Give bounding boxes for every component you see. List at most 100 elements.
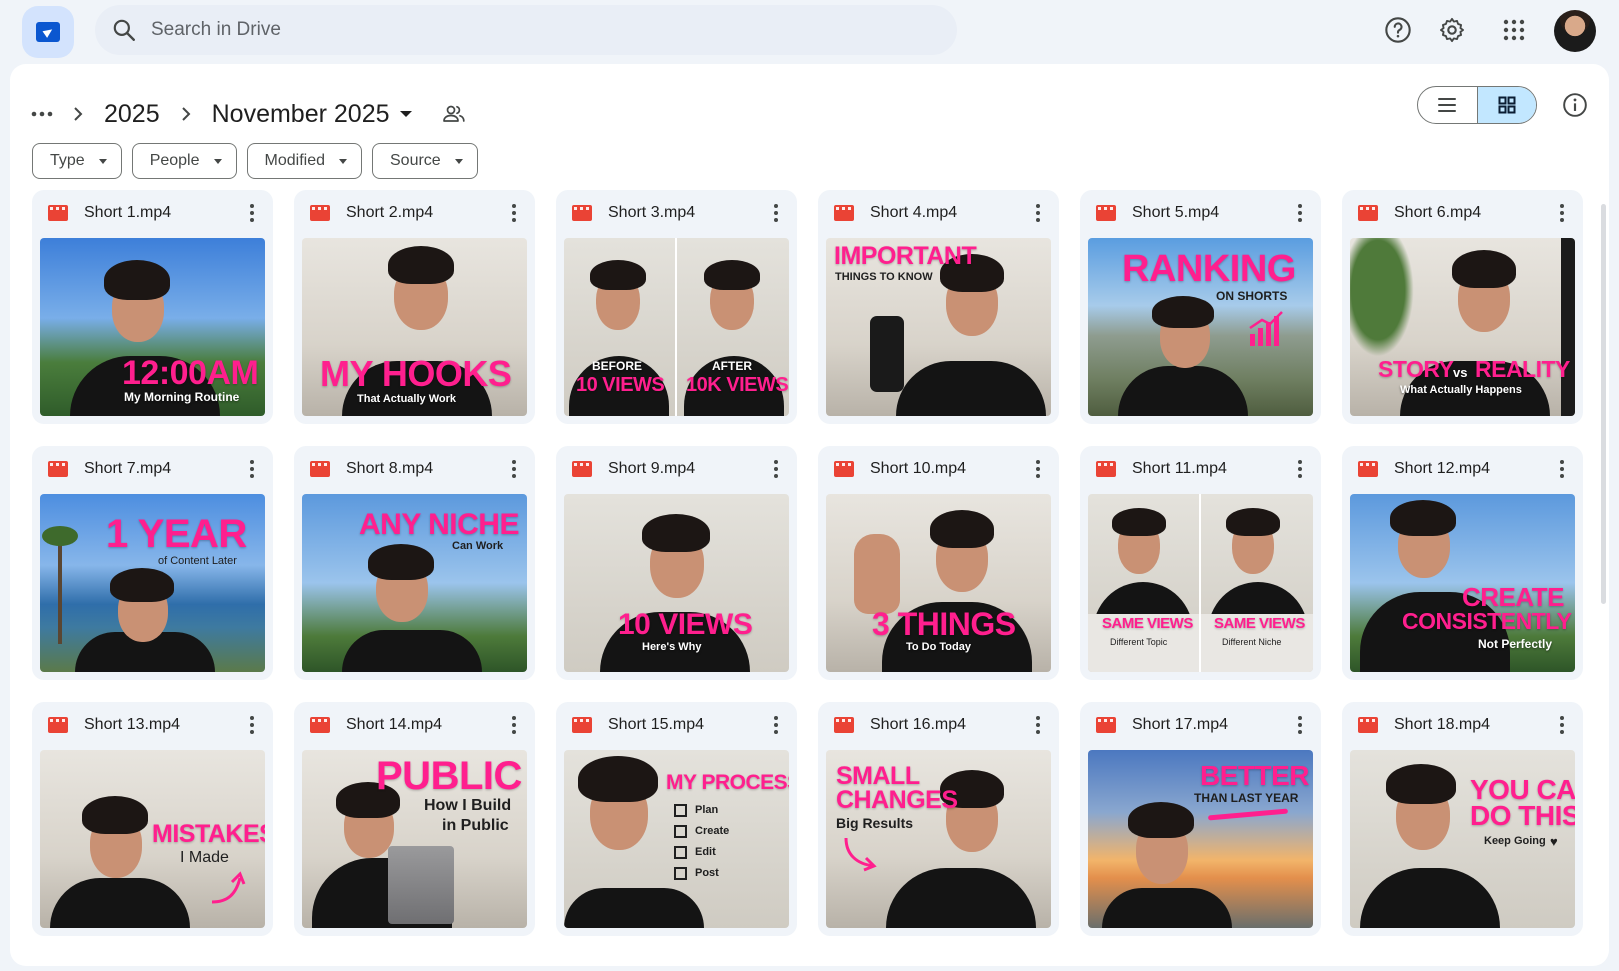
video-thumbnail[interactable]: 12:00AM My Morning Routine <box>40 238 265 416</box>
more-vert-icon[interactable] <box>499 454 529 484</box>
video-thumbnail[interactable]: STORY vs REALITY What Actually Happens <box>1350 238 1575 416</box>
more-vert-icon[interactable] <box>761 710 791 740</box>
video-thumbnail[interactable]: YOU CAN DO THIS Keep Going ♥ <box>1350 750 1575 928</box>
more-vert-icon[interactable] <box>1547 454 1577 484</box>
more-vert-icon[interactable] <box>761 198 791 228</box>
info-icon[interactable] <box>1556 86 1594 124</box>
more-vert-icon[interactable] <box>237 454 267 484</box>
apps-grid-icon[interactable] <box>1494 10 1534 50</box>
thumbnail-title: RANKING <box>1122 248 1296 290</box>
video-file-icon <box>310 461 330 477</box>
video-thumbnail[interactable]: CREATE CONSISTENTLY Not Perfectly <box>1350 494 1575 672</box>
more-vert-icon[interactable] <box>1023 198 1053 228</box>
video-thumbnail[interactable]: 3 THINGS To Do Today <box>826 494 1051 672</box>
heart-icon: ♥ <box>1550 834 1558 849</box>
drive-logo-icon[interactable] <box>22 6 74 58</box>
filter-source-button[interactable]: Source <box>372 143 478 179</box>
more-vert-icon[interactable] <box>761 454 791 484</box>
more-vert-icon[interactable] <box>1285 198 1315 228</box>
file-card[interactable]: Short 9.mp4 10 VIEWS Here's Why <box>556 446 797 680</box>
more-vert-icon[interactable] <box>499 198 529 228</box>
file-card[interactable]: Short 17.mp4 BETTER THAN LAST YEAR <box>1080 702 1321 936</box>
filter-type-button[interactable]: Type <box>32 143 122 179</box>
file-card[interactable]: Short 18.mp4 YOU CAN DO THIS Keep Going … <box>1342 702 1583 936</box>
scrollbar[interactable] <box>1601 204 1606 604</box>
video-file-icon <box>834 205 854 221</box>
video-thumbnail[interactable]: PUBLIC How I Build in Public <box>302 750 527 928</box>
more-vert-icon[interactable] <box>237 198 267 228</box>
caret-down-icon <box>98 158 107 164</box>
file-card[interactable]: Short 10.mp4 3 THINGS To Do Today <box>818 446 1059 680</box>
file-card[interactable]: Short 13.mp4 MISTAKES I Made <box>32 702 273 936</box>
video-thumbnail[interactable]: 10 VIEWS Here's Why <box>564 494 789 672</box>
file-card[interactable]: Short 4.mp4 IMPORTANT THINGS TO KNOW <box>818 190 1059 424</box>
filter-label: Source <box>390 152 441 169</box>
thumbnail-subtitle: Can Work <box>452 540 504 552</box>
file-card[interactable]: Short 14.mp4 PUBLIC How I Build in Publi… <box>294 702 535 936</box>
more-vert-icon[interactable] <box>1547 710 1577 740</box>
file-name: Short 6.mp4 <box>1394 204 1482 221</box>
more-vert-icon[interactable] <box>1023 454 1053 484</box>
breadcrumb: 2025 November 2025 <box>26 90 466 138</box>
shared-folder-people-icon[interactable] <box>442 104 466 124</box>
more-vert-icon[interactable] <box>499 710 529 740</box>
breadcrumb-item-current[interactable]: November 2025 <box>206 100 418 129</box>
file-card[interactable]: Short 12.mp4 CREATE CONSISTENTLY Not Per… <box>1342 446 1583 680</box>
search-bar[interactable] <box>95 5 957 55</box>
video-thumbnail[interactable]: MY HOOKS That Actually Work <box>302 238 527 416</box>
more-vert-icon[interactable] <box>1023 710 1053 740</box>
thumbnail-title-a: STORY <box>1378 356 1454 382</box>
more-horiz-icon[interactable] <box>26 98 58 130</box>
top-bar <box>0 0 1619 64</box>
file-card[interactable]: Short 1.mp4 12:00AM My Morning Routine <box>32 190 273 424</box>
thumbnail-title-b: CONSISTENTLY <box>1402 608 1572 634</box>
help-icon[interactable] <box>1378 10 1418 50</box>
three-fingers-hand <box>854 534 900 614</box>
filter-people-button[interactable]: People <box>131 143 237 179</box>
video-thumbnail[interactable]: SMALL CHANGES Big Results <box>826 750 1051 928</box>
video-thumbnail[interactable]: MISTAKES I Made <box>40 750 265 928</box>
file-card[interactable]: Short 8.mp4 ANY NICHE Can Work <box>294 446 535 680</box>
thumbnail-title: 1 YEAR <box>106 512 247 556</box>
video-thumbnail[interactable]: RANKING ON SHORTS <box>1088 238 1313 416</box>
account-avatar[interactable] <box>1554 10 1596 52</box>
thumbnail-subtitle: THINGS TO KNOW <box>835 271 933 283</box>
more-vert-icon[interactable] <box>1547 198 1577 228</box>
search-icon[interactable] <box>111 17 137 43</box>
file-card[interactable]: Short 11.mp4 SAME VIEWS Different Topic … <box>1080 446 1321 680</box>
filter-bar: Type People Modified Source <box>32 143 478 179</box>
video-thumbnail[interactable]: BETTER THAN LAST YEAR <box>1088 750 1313 928</box>
video-thumbnail[interactable]: BEFORE 10 VIEWS AFTER 10K VIEWS <box>564 238 789 416</box>
video-thumbnail[interactable]: MY PROCESS Plan Create Edit Post <box>564 750 789 928</box>
file-card[interactable]: Short 2.mp4 MY HOOKS That Actually Work <box>294 190 535 424</box>
file-card[interactable]: Short 3.mp4 BEFORE 10 VIEWS AFTER 10K VI… <box>556 190 797 424</box>
filter-label: Type <box>50 152 85 169</box>
plant-icon <box>1350 238 1420 368</box>
file-card[interactable]: Short 16.mp4 SMALL CHANGES Big Results <box>818 702 1059 936</box>
more-vert-icon[interactable] <box>1285 454 1315 484</box>
thumbnail-subtitle: I Made <box>180 849 229 866</box>
video-thumbnail[interactable]: ANY NICHE Can Work <box>302 494 527 672</box>
file-card[interactable]: Short 5.mp4 RANKING ON SHORTS <box>1080 190 1321 424</box>
list-view-button[interactable] <box>1418 87 1477 123</box>
file-card[interactable]: Short 15.mp4 MY PROCESS Plan Create Edit… <box>556 702 797 936</box>
breadcrumb-item-parent[interactable]: 2025 <box>98 100 166 129</box>
file-card[interactable]: Short 6.mp4 STORY vs REALITY What Actual… <box>1342 190 1583 424</box>
file-name: Short 17.mp4 <box>1132 716 1229 733</box>
video-thumbnail[interactable]: SAME VIEWS Different Topic SAME VIEWS Di… <box>1088 494 1313 672</box>
thumbnail-title-b: DO THIS <box>1470 800 1575 831</box>
file-name: Short 13.mp4 <box>84 716 181 733</box>
main-panel: 2025 November 2025 Type People Modified … <box>10 64 1609 966</box>
process-steps: Plan Create Edit Post <box>674 804 729 880</box>
growth-chart-icon <box>1249 311 1283 346</box>
grid-view-button[interactable] <box>1476 87 1536 123</box>
video-thumbnail[interactable]: 1 YEAR of Content Later <box>40 494 265 672</box>
video-thumbnail[interactable]: IMPORTANT THINGS TO KNOW <box>826 238 1051 416</box>
more-vert-icon[interactable] <box>237 710 267 740</box>
file-card[interactable]: Short 7.mp4 1 YEAR of Content Later <box>32 446 273 680</box>
settings-gear-icon[interactable] <box>1432 10 1472 50</box>
search-input[interactable] <box>151 19 851 41</box>
filter-modified-button[interactable]: Modified <box>246 143 362 179</box>
thumbnail-title-right: 10K VIEWS <box>686 374 789 396</box>
more-vert-icon[interactable] <box>1285 710 1315 740</box>
